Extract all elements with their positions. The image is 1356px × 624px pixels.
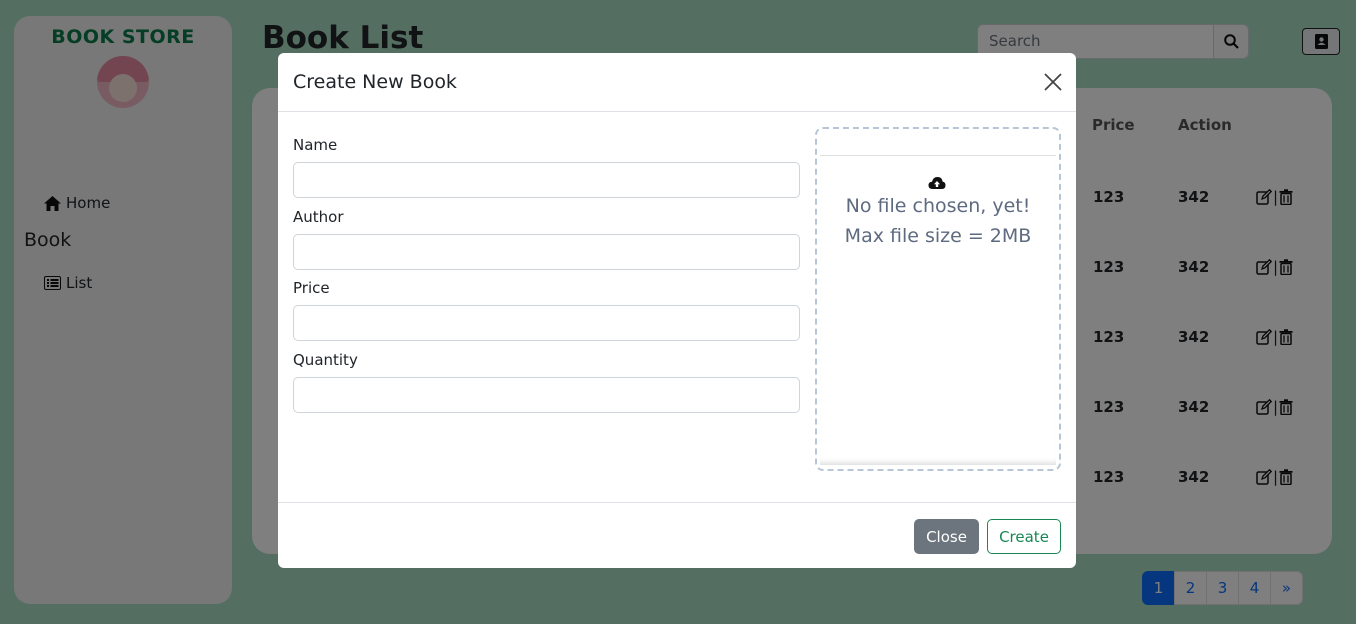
close-button[interactable]: Close (914, 519, 979, 554)
create-button[interactable]: Create (987, 519, 1061, 554)
modal-title: Create New Book (293, 71, 457, 93)
author-label: Author (293, 208, 344, 226)
modal-header: Create New Book (278, 53, 1076, 112)
author-field[interactable] (293, 234, 800, 270)
name-label: Name (293, 136, 338, 154)
quantity-field[interactable] (293, 377, 800, 413)
dropzone-size-hint: Max file size = 2MB (844, 225, 1032, 247)
name-field[interactable] (293, 162, 800, 198)
quantity-label: Quantity (293, 351, 358, 369)
file-dropzone[interactable]: No file chosen, yet! Max file size = 2MB (815, 127, 1061, 471)
price-field[interactable] (293, 305, 800, 341)
price-label: Price (293, 279, 330, 297)
cloud-upload-icon (928, 177, 946, 189)
modal-footer: Close Create (278, 502, 1076, 568)
close-icon[interactable] (1043, 72, 1063, 92)
create-book-modal: Create New Book Name Author Price Quanti… (278, 53, 1076, 568)
dropzone-status-text: No file chosen, yet! (845, 195, 1031, 217)
